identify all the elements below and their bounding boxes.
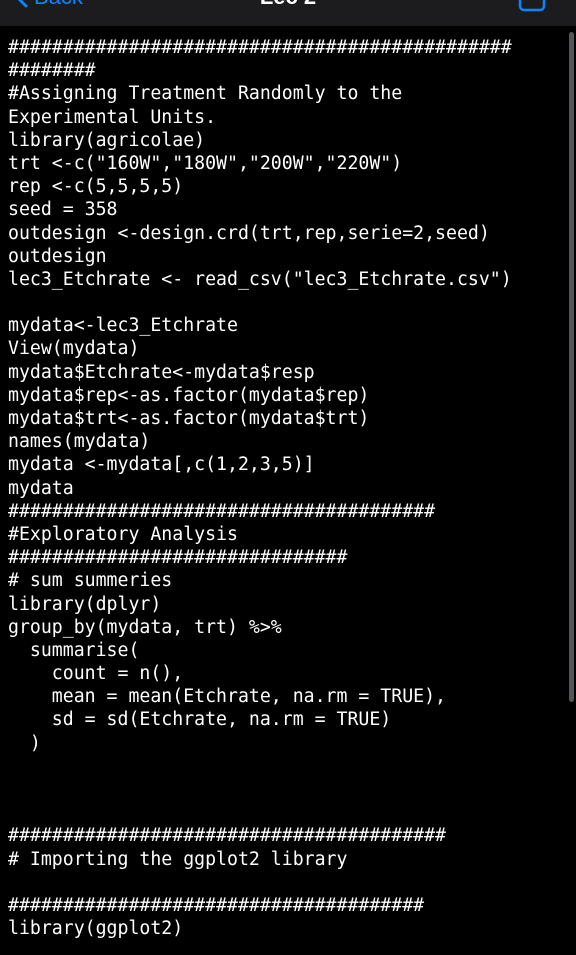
code-line: View(mydata) <box>8 338 140 360</box>
code-line: sd = sd(Etchrate, na.rm = TRUE) <box>8 709 392 731</box>
code-line: # sum summeries <box>8 570 173 592</box>
share-icon <box>518 0 546 12</box>
code-line: outdesign <box>8 245 107 267</box>
code-line: ###################################### <box>8 894 425 916</box>
code-line: mydata<-lec3_Etchrate <box>8 315 238 337</box>
code-line: #Assigning Treatment Randomly to the <box>8 83 403 105</box>
code-line: ########################################… <box>8 37 512 58</box>
code-text[interactable]: ########################################… <box>8 36 566 940</box>
code-line: mean = mean(Etchrate, na.rm = TRUE), <box>8 686 446 708</box>
code-line: rep <-c(5,5,5,5) <box>8 176 184 198</box>
code-line: ######################################## <box>8 825 446 847</box>
code-line: outdesign <-design.crd(trt,rep,serie=2,s… <box>8 222 490 244</box>
code-line: mydata$rep<-as.factor(mydata$rep) <box>8 384 370 406</box>
code-line: trt <-c("160W","180W","200W","220W") <box>8 152 403 174</box>
code-line: seed = 358 <box>8 199 118 221</box>
code-line: ######## <box>8 60 96 82</box>
code-line: count = n(), <box>8 663 184 685</box>
code-line: ####################################### <box>8 500 436 522</box>
share-button[interactable] <box>518 0 546 12</box>
scrollbar[interactable] <box>569 32 574 702</box>
code-line: names(mydata) <box>8 431 151 453</box>
code-line: lec3_Etchrate <- read_csv("lec3_Etchrate… <box>8 268 512 290</box>
code-line: #Exploratory Analysis <box>8 523 238 545</box>
code-line: # Importing the ggplot2 library <box>8 848 348 870</box>
code-line: group_by(mydata, trt) %>% <box>8 616 282 638</box>
code-line: summarise( <box>8 639 140 661</box>
code-line: ############################### <box>8 547 348 569</box>
code-line: ) <box>8 732 41 754</box>
code-line: mydata$trt<-as.factor(mydata$trt) <box>8 408 370 429</box>
navigation-bar: Back Lec 2 <box>0 0 576 26</box>
code-line: library(ggplot2) <box>8 918 184 940</box>
code-line: mydata <-mydata[,c(1,2,3,5)] <box>8 454 315 476</box>
nav-title: Lec 2 <box>0 0 576 10</box>
code-line: library(agricolae) <box>8 129 206 151</box>
code-line: library(dplyr) <box>8 593 162 615</box>
code-line: mydata$Etchrate<-mydata$resp <box>8 361 315 383</box>
code-line: mydata <box>8 477 74 499</box>
code-line: Experimental Units. <box>8 106 217 128</box>
